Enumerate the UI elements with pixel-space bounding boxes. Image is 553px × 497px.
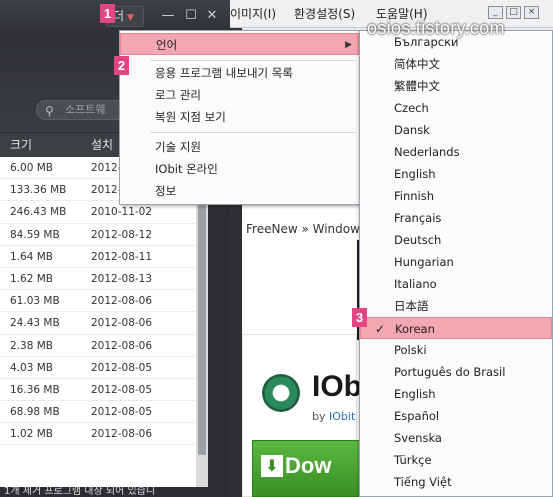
breadcrumb[interactable]: FreeNew » Windows xyxy=(246,222,366,236)
size-cell: 1.64 MB xyxy=(10,250,53,263)
menu-item-tech-support[interactable]: 기술 지원 xyxy=(120,136,359,158)
context-menu: 언어 ▶ 응용 프로그램 내보내기 목록 로그 관리 복원 지점 보기 기술 지… xyxy=(119,30,360,205)
size-cell: 84.59 MB xyxy=(10,228,60,241)
date-cell: 2012-08-06 xyxy=(91,428,153,441)
date-cell: 2012-08-06 xyxy=(91,339,153,352)
menu-item-label: 언어 xyxy=(156,38,178,52)
size-cell: 2.38 MB xyxy=(10,339,53,352)
menu-image[interactable]: 이미지(I) xyxy=(230,0,276,28)
lang-item[interactable]: 日本語 xyxy=(360,295,552,317)
date-cell: 2012-08-13 xyxy=(91,272,153,285)
menu-item-about[interactable]: 정보 xyxy=(120,180,359,202)
table-row[interactable]: 24.43 MB 2012-08-06 xyxy=(0,312,196,335)
column-installed[interactable]: 설치 xyxy=(91,133,113,157)
lang-item[interactable]: 繁體中文 xyxy=(360,75,552,97)
language-submenu: Български 简体中文 繁體中文 Czech Dansk Nederlan… xyxy=(359,30,553,497)
menu-item-iobit-online[interactable]: IObit 온라인 xyxy=(120,158,359,180)
date-cell: 2012-08-06 xyxy=(91,295,153,308)
search-icon: ⚲ xyxy=(45,104,54,118)
table-row[interactable]: 1.64 MB 2012-08-11 xyxy=(0,246,196,268)
lang-item-label: Korean xyxy=(395,322,435,336)
download-label: Dow xyxy=(285,453,332,478)
lang-item[interactable]: Português do Brasil xyxy=(360,361,552,383)
lang-item[interactable]: Finnish xyxy=(360,185,552,207)
size-cell: 68.98 MB xyxy=(10,406,60,419)
lang-item[interactable]: 简体中文 xyxy=(360,53,552,75)
lang-item[interactable]: English xyxy=(360,163,552,185)
scrollbar-thumb[interactable] xyxy=(198,205,206,455)
size-cell: 6.00 MB xyxy=(10,162,53,174)
date-cell: 2012-08-12 xyxy=(91,228,153,241)
table-row[interactable]: 1.02 MB 2012-08-06 xyxy=(0,423,196,446)
lang-item[interactable]: Dansk xyxy=(360,119,552,141)
table-row[interactable]: 84.59 MB 2012-08-12 xyxy=(0,224,196,246)
menu-item-restore-point[interactable]: 복원 지점 보기 xyxy=(120,106,359,128)
size-cell: 4.03 MB xyxy=(10,361,53,374)
size-cell: 246.43 MB xyxy=(10,206,67,219)
watermark-text: osios.tistory.com xyxy=(367,18,505,38)
size-cell: 16.36 MB xyxy=(10,383,60,396)
lang-item[interactable]: Svenska xyxy=(360,427,552,449)
browser-maximize-button[interactable]: □ xyxy=(506,6,521,19)
table-row[interactable]: 4.03 MB 2012-08-05 xyxy=(0,357,196,379)
by-brand-link[interactable]: IObit xyxy=(329,410,355,423)
date-cell: 2012-08-11 xyxy=(91,250,153,263)
lang-item[interactable]: Italiano xyxy=(360,273,552,295)
step-badge-1: 1 xyxy=(100,4,115,23)
lang-item[interactable]: English xyxy=(360,383,552,405)
lang-item[interactable]: Deutsch xyxy=(360,229,552,251)
table-row[interactable]: 2.38 MB 2012-08-06 xyxy=(0,335,196,357)
menu-item-export-list[interactable]: 응용 프로그램 내보내기 목록 xyxy=(120,62,359,84)
lang-item-selected[interactable]: ✓ Korean xyxy=(360,317,552,339)
lang-item[interactable]: Polski xyxy=(360,339,552,361)
lang-item[interactable]: Nederlands xyxy=(360,141,552,163)
size-cell: 133.36 MB xyxy=(10,184,67,197)
table-row[interactable]: 1.62 MB 2012-08-13 xyxy=(0,268,196,291)
submenu-arrow-icon: ▶ xyxy=(345,40,352,50)
program-list: 6.00 MB 2012-08 133.36 MB 2012-08 246.43 M… xyxy=(0,157,196,497)
date-cell: 2012-08-05 xyxy=(91,383,153,396)
iobit-logo-icon xyxy=(262,374,300,412)
app-titlebar: 더 ▼ — ☐ ✕ xyxy=(0,0,230,34)
date-cell: 2012-08-06 xyxy=(91,317,153,330)
menu-separator xyxy=(150,132,355,133)
menu-item-log-manager[interactable]: 로그 관리 xyxy=(120,84,359,106)
checkmark-icon: ✓ xyxy=(375,322,386,336)
list-scrollbar[interactable] xyxy=(196,157,208,497)
search-placeholder: 소프트웨 xyxy=(65,103,106,116)
menu-separator xyxy=(150,60,355,61)
table-row[interactable]: 61.03 MB 2012-08-06 xyxy=(0,290,196,313)
lang-item[interactable]: Türkçe xyxy=(360,449,552,471)
size-cell: 1.62 MB xyxy=(10,272,53,285)
close-button[interactable]: ✕ xyxy=(204,8,220,24)
download-arrow-icon: ⬇ xyxy=(261,455,283,477)
size-cell: 61.03 MB xyxy=(10,295,60,308)
date-cell: 2012-08-05 xyxy=(91,406,153,419)
chevron-down-icon: ▼ xyxy=(127,13,134,23)
column-size[interactable]: 크기 xyxy=(10,133,32,157)
date-cell: 2012-08-05 xyxy=(91,361,153,374)
lang-item[interactable]: Français xyxy=(360,207,552,229)
menu-settings[interactable]: 환경설정(S) xyxy=(294,0,355,28)
lang-item[interactable]: Hungarian xyxy=(360,251,552,273)
size-cell: 24.43 MB xyxy=(10,317,60,330)
browser-close-button[interactable]: × xyxy=(524,6,539,19)
maximize-button[interactable]: ☐ xyxy=(183,8,199,24)
table-row[interactable]: 68.98 MB 2012-08-05 xyxy=(0,401,196,424)
lang-item[interactable]: Español xyxy=(360,405,552,427)
by-label: by xyxy=(312,410,326,423)
step-badge-2: 2 xyxy=(114,56,129,75)
menu-item-language[interactable]: 언어 ▶ xyxy=(120,33,359,55)
status-text: 1개 제거 프로그램 내장 되어 있습니 xyxy=(0,487,230,497)
minimize-button[interactable]: — xyxy=(160,8,176,24)
step-badge-3: 3 xyxy=(352,308,367,327)
size-cell: 1.02 MB xyxy=(10,428,53,441)
table-row[interactable]: 16.36 MB 2012-08-05 xyxy=(0,379,196,402)
lang-item[interactable]: Tiếng Việt xyxy=(360,471,552,493)
download-button[interactable]: ⬇ Dow xyxy=(252,440,362,497)
by-iobit-text: by IObit xyxy=(312,410,355,423)
lang-item[interactable]: Czech xyxy=(360,97,552,119)
